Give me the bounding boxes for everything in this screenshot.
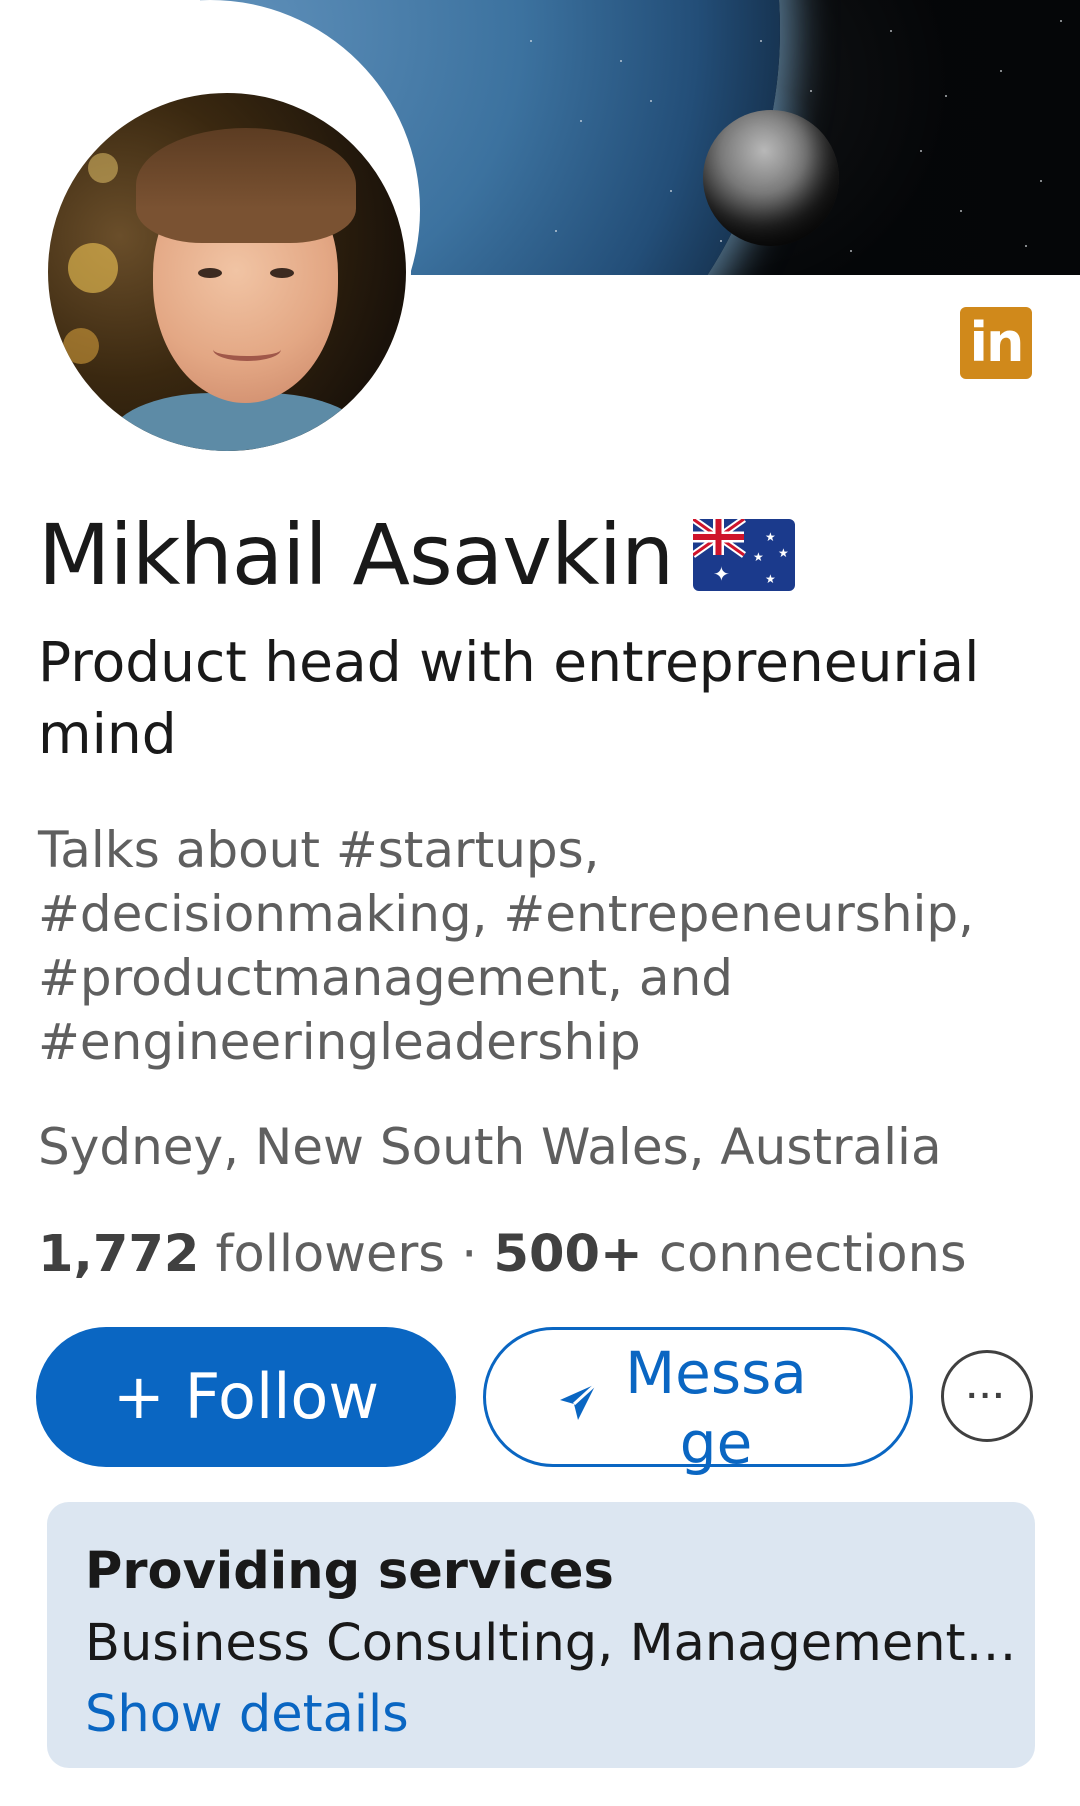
services-title: Providing services (85, 1542, 614, 1601)
followers-label[interactable]: followers (216, 1225, 445, 1284)
more-icon: ··· (967, 1377, 1007, 1415)
linkedin-icon[interactable]: in (960, 307, 1032, 379)
svg-text:★: ★ (765, 530, 775, 544)
avatar-hair (136, 128, 356, 243)
profile-location: Sydney, New South Wales, Australia (38, 1118, 942, 1176)
profile-headline: Product head with entrepreneurial mind (38, 630, 980, 766)
svg-text:★: ★ (765, 572, 775, 586)
message-label: Message (625, 1339, 807, 1477)
connections-label[interactable]: connections (659, 1225, 967, 1284)
followers-count[interactable]: 1,772 (38, 1225, 199, 1284)
moon-image (703, 110, 839, 246)
connections-count[interactable]: 500+ (494, 1225, 643, 1284)
send-icon (560, 1382, 598, 1420)
talks-about: Talks about #startups, #decisionmaking, … (38, 821, 975, 1071)
profile-stats: 1,772 followers · 500+ connections (38, 1222, 967, 1288)
australia-flag-icon: ✦ ★ ★ ★ ★ (693, 519, 796, 592)
profile-name: Mikhail Asavkin ✦ ★ ★ ★ ★ (38, 505, 796, 605)
svg-text:✦: ✦ (713, 562, 729, 586)
message-button[interactable]: Message (483, 1327, 913, 1477)
services-list: Business Consulting, Management Co... (85, 1614, 1020, 1673)
services-card[interactable]: Providing services Business Consulting, … (47, 1502, 1035, 1768)
stats-separator: · (461, 1225, 478, 1284)
follow-button[interactable]: + Follow (36, 1327, 456, 1467)
show-details-link[interactable]: Show details (85, 1683, 409, 1747)
profile-avatar[interactable] (43, 88, 411, 456)
svg-text:★: ★ (778, 546, 788, 560)
svg-text:★: ★ (753, 550, 763, 564)
more-options-button[interactable]: ··· (941, 1350, 1033, 1442)
profile-name-text: Mikhail Asavkin (38, 506, 674, 604)
